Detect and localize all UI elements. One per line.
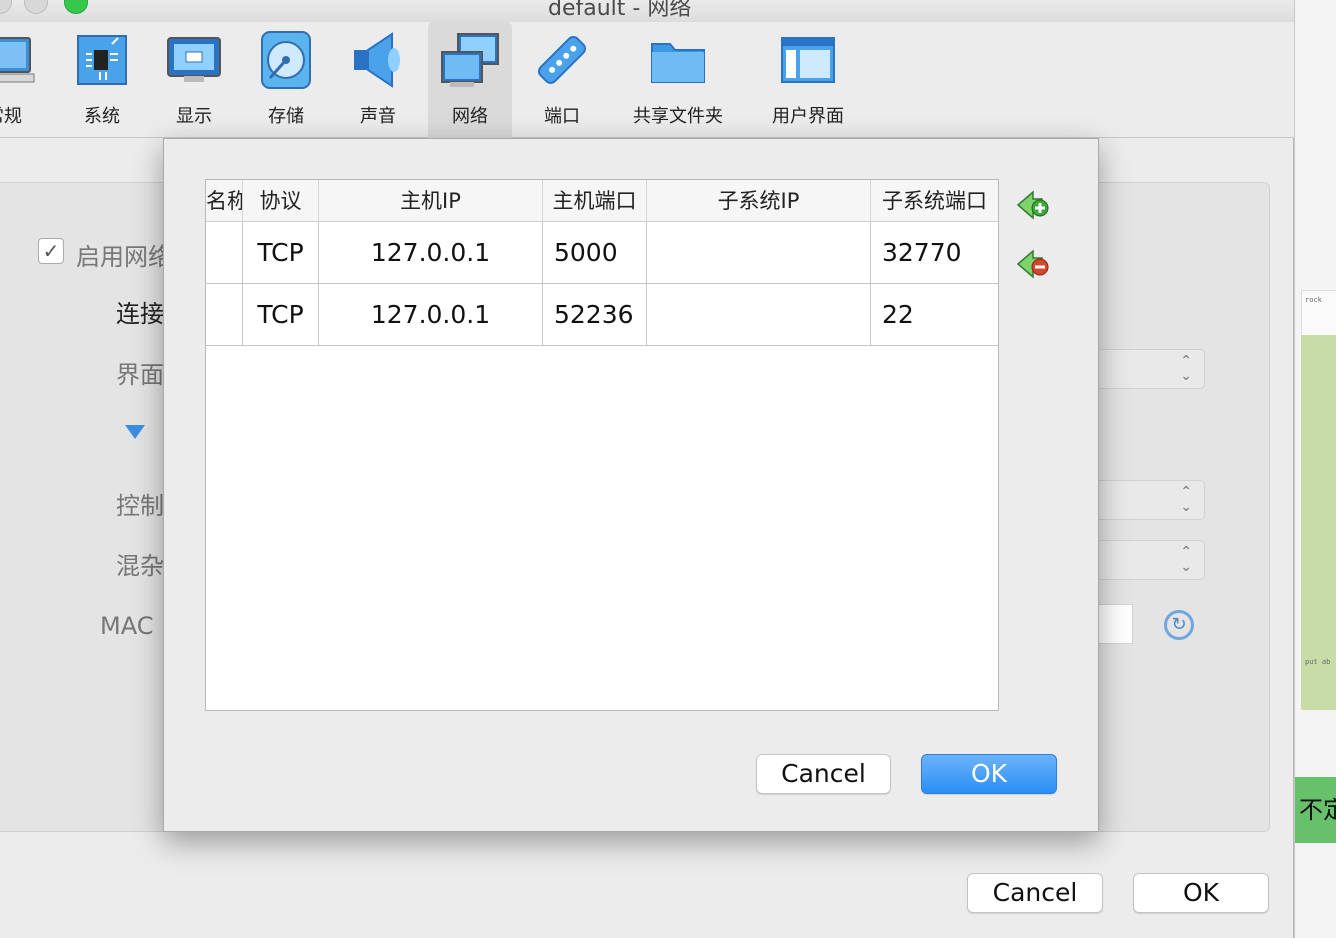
cell-name <box>206 222 243 283</box>
column-header-host-ip[interactable]: 主机IP <box>319 180 543 222</box>
user-interface-icon <box>781 37 835 83</box>
toolbar-label-general: 常规 <box>0 106 22 127</box>
add-rule-icon[interactable] <box>1016 188 1050 222</box>
promiscuous-mode-select[interactable]: ⌃ ⌄ <box>1095 540 1205 580</box>
cell-host-port: 5000 <box>543 222 647 283</box>
toolbar-label-network: 网络 <box>452 106 488 127</box>
toolbar-item-general[interactable]: 常规 <box>0 22 46 138</box>
cell-protocol: TCP <box>243 284 319 345</box>
attached-to-label: 连接 <box>116 300 164 328</box>
background-app-green-button[interactable]: 不定 <box>1295 777 1336 843</box>
cell-guest-ip <box>647 284 871 345</box>
port-forwarding-table: 名称 协议 主机IP 主机端口 子系统IP 子系统端口 TCP 127.0.0.… <box>205 179 999 711</box>
cell-guest-port: 32770 <box>882 238 962 267</box>
column-header-name[interactable]: 名称 <box>206 180 243 222</box>
dialog-ok-button[interactable]: OK <box>921 754 1057 794</box>
select-arrows-icon: ⌃ ⌄ <box>1180 544 1192 575</box>
interface-name-label: 界面 <box>116 361 164 389</box>
toolbar-item-display[interactable]: 显示 <box>152 22 236 138</box>
enable-network-label: 启用网络 <box>76 243 172 271</box>
select-arrows-icon: ⌃ ⌄ <box>1180 353 1192 384</box>
cell-guest-ip <box>647 222 871 283</box>
folder-icon <box>651 43 705 83</box>
toolbar-label-display: 显示 <box>176 106 212 127</box>
interface-name-select[interactable]: ⌃ ⌄ <box>1095 349 1205 389</box>
close-window-button[interactable] <box>0 0 12 14</box>
cell-guest-port: 22 <box>882 300 914 329</box>
network-icon <box>441 33 499 87</box>
toolbar-item-ports[interactable]: 端口 <box>520 22 604 138</box>
adapter-type-label: 控制 <box>116 492 164 520</box>
adapter-type-select[interactable]: ⌃ ⌄ <box>1095 480 1205 520</box>
cell-host-ip: 127.0.0.1 <box>319 222 543 283</box>
footer-ok-button[interactable]: OK <box>1133 873 1269 913</box>
table-header: 名称 协议 主机IP 主机端口 子系统IP 子系统端口 <box>206 180 998 222</box>
column-header-host-port[interactable]: 主机端口 <box>543 180 647 222</box>
advanced-disclosure-icon[interactable] <box>125 425 145 439</box>
mac-address-label: MAC <box>100 612 154 640</box>
remove-rule-icon[interactable] <box>1016 247 1050 281</box>
cell-protocol: TCP <box>243 222 319 283</box>
serial-port-icon <box>538 36 586 84</box>
toolbar-item-network[interactable]: 网络 <box>428 22 512 138</box>
zoom-window-button[interactable] <box>64 0 88 14</box>
refresh-mac-icon[interactable]: ↻ <box>1164 610 1194 640</box>
display-icon <box>167 37 221 82</box>
monitor-general-icon <box>0 37 35 83</box>
column-header-guest-port[interactable]: 子系统端口 <box>871 180 998 222</box>
toolbar-label-user-interface: 用户界面 <box>772 106 844 127</box>
minimize-window-button[interactable] <box>24 0 48 14</box>
toolbar-label-shared-folders: 共享文件夹 <box>633 106 723 127</box>
column-header-protocol[interactable]: 协议 <box>243 180 319 222</box>
select-arrows-icon: ⌃ ⌄ <box>1180 484 1192 515</box>
disk-storage-icon <box>261 31 311 89</box>
toolbar-item-shared-folders[interactable]: 共享文件夹 <box>620 22 736 138</box>
toolbar-item-storage[interactable]: 存储 <box>244 22 328 138</box>
background-app-window: rock put ab 不定 <box>1294 0 1336 938</box>
title-bar: default - 网络 <box>0 0 1294 22</box>
mac-address-input[interactable] <box>1095 604 1133 644</box>
speaker-icon <box>354 32 400 88</box>
toolbar-label-ports: 端口 <box>544 106 580 127</box>
cell-name <box>206 284 243 345</box>
table-row[interactable]: TCP 127.0.0.1 52236 22 <box>206 284 998 346</box>
cell-host-port: 52236 <box>543 284 647 345</box>
dialog-cancel-button[interactable]: Cancel <box>756 754 891 794</box>
toolbar-item-user-interface[interactable]: 用户界面 <box>760 22 856 138</box>
background-app-tab-text: rock <box>1305 296 1322 304</box>
background-app-green-area <box>1301 335 1336 710</box>
toolbar-label-system: 系统 <box>84 106 120 127</box>
table-row[interactable]: TCP 127.0.0.1 5000 32770 <box>206 222 998 284</box>
promiscuous-mode-label: 混杂 <box>116 552 164 580</box>
window-title: default - 网络 <box>548 0 692 21</box>
port-forwarding-dialog: 名称 协议 主机IP 主机端口 子系统IP 子系统端口 TCP 127.0.0.… <box>163 138 1099 832</box>
settings-toolbar: 常规 系统 显示 <box>0 22 1294 138</box>
chip-system-icon <box>77 35 127 85</box>
toolbar-item-audio[interactable]: 声音 <box>336 22 420 138</box>
footer-cancel-button[interactable]: Cancel <box>967 873 1103 913</box>
column-header-guest-ip[interactable]: 子系统IP <box>647 180 871 222</box>
toolbar-label-audio: 声音 <box>360 106 396 127</box>
enable-network-checkbox[interactable]: ✓ <box>38 238 64 264</box>
toolbar-label-storage: 存储 <box>268 106 304 127</box>
background-app-snippet: put ab <box>1305 658 1331 666</box>
toolbar-item-system[interactable]: 系统 <box>60 22 144 138</box>
cell-host-ip: 127.0.0.1 <box>319 284 543 345</box>
